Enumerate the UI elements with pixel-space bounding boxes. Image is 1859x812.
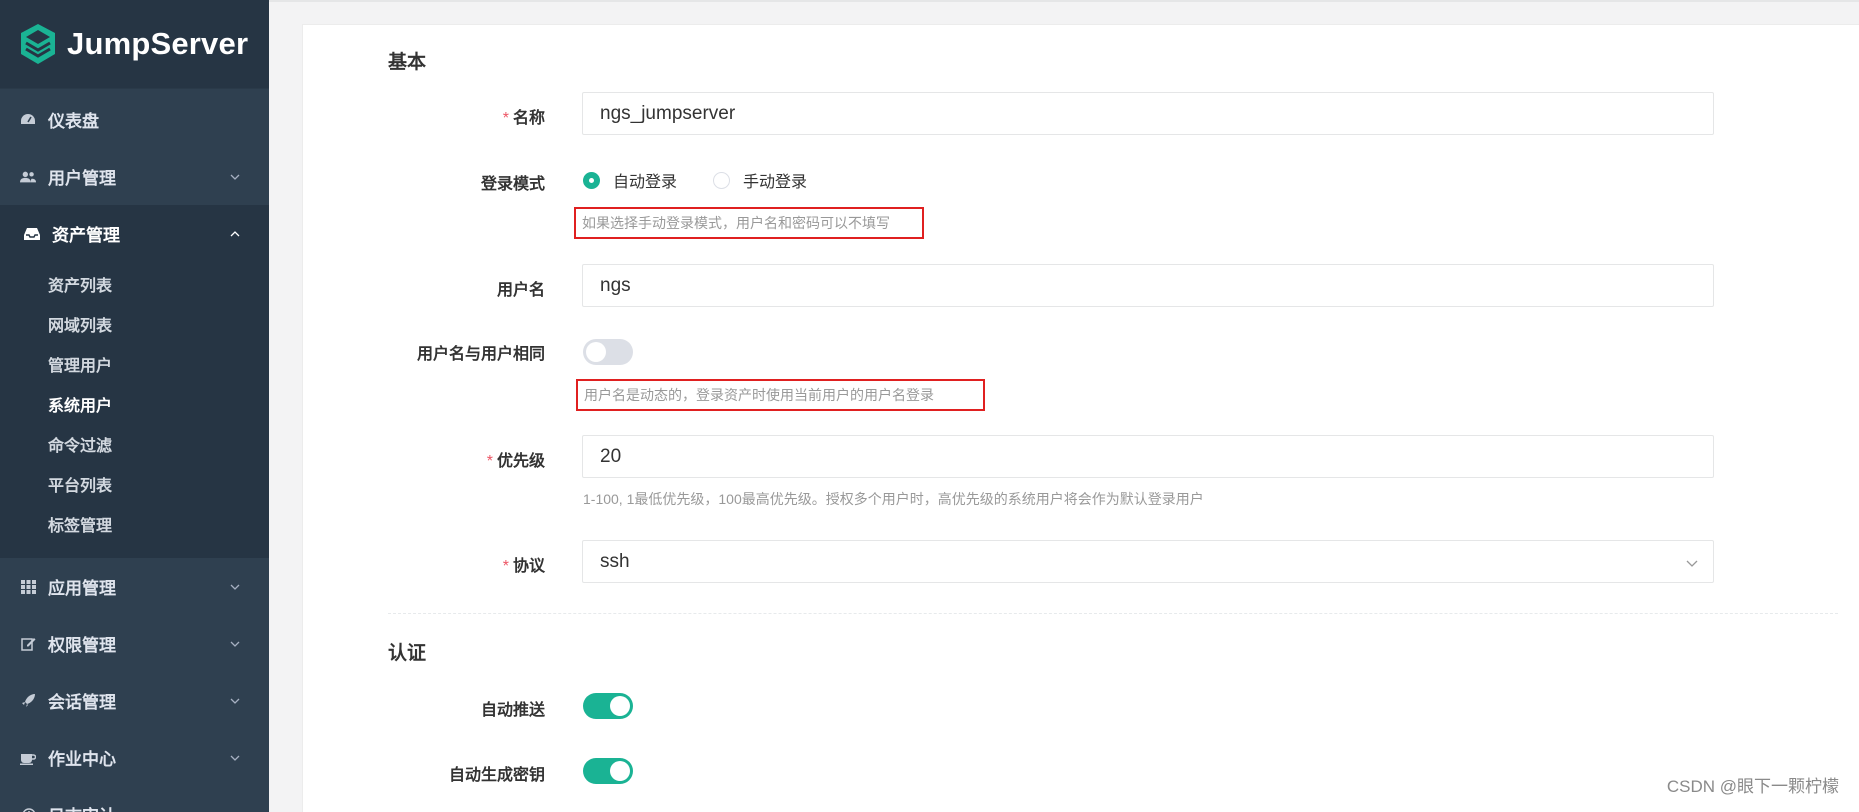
- username-input-value: ngs: [600, 274, 631, 296]
- radio-unchecked-icon: [713, 171, 731, 189]
- chevron-down-icon: [228, 808, 242, 812]
- sidebar-item-label: 应用管理: [48, 579, 116, 598]
- section-title-auth: 认证: [388, 643, 427, 664]
- priority-input[interactable]: 20: [582, 435, 1714, 478]
- sidebar-item-dashboard[interactable]: 仪表盘: [0, 91, 269, 148]
- watermark: CSDN @眼下一颗柠檬: [1666, 777, 1839, 796]
- chevron-down-icon: [230, 584, 240, 590]
- username-input[interactable]: ngs: [582, 264, 1714, 307]
- sidebar-item-label: 用户管理: [48, 169, 116, 188]
- priority-help: 1-100, 1最低优先级，100最高优先级。授权多个用户时，高优先级的系统用户…: [583, 491, 1204, 507]
- sidebar-item-permissions[interactable]: 权限管理: [0, 615, 269, 672]
- radio-label: 手动登录: [743, 174, 808, 191]
- section-title-basic: 基本: [388, 52, 427, 73]
- chevron-down-icon: [230, 698, 240, 704]
- name-input-value: ngs_jumpserver: [600, 102, 736, 124]
- required-mark: *: [486, 453, 493, 470]
- radio-checked-icon: [583, 171, 600, 189]
- sidebar-subitem-admin-user[interactable]: 管理用户: [0, 344, 269, 384]
- sidebar-item-label: 仪表盘: [48, 112, 99, 131]
- edit-icon: [20, 636, 36, 652]
- protocol-label: * 协议: [502, 558, 545, 575]
- sidebar-subitem-system-user[interactable]: 系统用户: [0, 384, 269, 424]
- username-same-switch[interactable]: [583, 339, 633, 365]
- sidebar-item-audit[interactable]: 日志审计: [0, 786, 269, 812]
- priority-label: * 优先级: [486, 453, 545, 470]
- inbox-icon: [24, 226, 40, 242]
- users-icon: [20, 169, 36, 185]
- required-mark: *: [502, 558, 509, 575]
- form-panel: [302, 24, 1859, 812]
- sidebar-item-label: 日志审计: [48, 802, 116, 812]
- protocol-select[interactable]: ssh: [582, 540, 1714, 583]
- radio-auto-login[interactable]: 自动登录: [583, 168, 677, 192]
- login-mode-hint: 如果选择手动登录模式，用户名和密码可以不填写: [574, 207, 924, 239]
- radio-label: 自动登录: [613, 174, 678, 191]
- brand-name: JumpServer: [67, 26, 249, 61]
- sidebar-item-label: 权限管理: [48, 636, 116, 655]
- sidebar-item-label: 资产管理: [52, 226, 120, 245]
- grid-icon: [20, 579, 36, 595]
- auto-generate-key-switch[interactable]: [583, 758, 633, 784]
- sidebar-subitem-asset-list[interactable]: 资产列表: [0, 264, 269, 304]
- name-label: * 名称: [502, 110, 545, 127]
- sidebar-subitem-label-manage[interactable]: 标签管理: [0, 504, 269, 544]
- rocket-icon: [20, 693, 36, 709]
- sidebar-subitem-domain-list[interactable]: 网域列表: [0, 304, 269, 344]
- priority-input-value: 20: [600, 445, 622, 467]
- name-input[interactable]: ngs_jumpserver: [582, 92, 1714, 135]
- login-mode-label: 登录模式: [480, 176, 545, 193]
- top-divider: [269, 0, 1859, 2]
- section-divider: [388, 613, 1838, 614]
- sidebar: JumpServer 仪表盘 用户管理 资产管理 资产列表 网域列表 管理用户 …: [0, 0, 269, 812]
- sidebar-item-sessions[interactable]: 会话管理: [0, 672, 269, 729]
- sidebar-subitem-platform-list[interactable]: 平台列表: [0, 464, 269, 504]
- sidebar-item-label: 作业中心: [48, 750, 116, 769]
- auto-generate-key-label: 自动生成密钥: [448, 767, 545, 784]
- sidebar-subitem-command-filter[interactable]: 命令过滤: [0, 424, 269, 464]
- chevron-down-icon: [230, 755, 240, 761]
- username-same-hint: 用户名是动态的，登录资产时使用当前用户的用户名登录: [576, 379, 985, 411]
- coffee-icon: [20, 750, 36, 766]
- assets-submenu: 资产列表 网域列表 管理用户 系统用户 命令过滤 平台列表 标签管理: [0, 262, 269, 558]
- chevron-up-icon: [230, 230, 240, 236]
- protocol-select-value: ssh: [600, 550, 630, 572]
- sidebar-item-label: 会话管理: [48, 693, 116, 712]
- jumpserver-logo-icon: [21, 24, 55, 64]
- logo-area[interactable]: JumpServer: [0, 0, 269, 89]
- sidebar-item-assets[interactable]: 资产管理: [0, 205, 269, 262]
- chevron-down-icon: [230, 174, 240, 180]
- username-label: 用户名: [496, 282, 545, 299]
- history-icon: [20, 807, 36, 812]
- sidebar-item-jobs[interactable]: 作业中心: [0, 729, 269, 786]
- dashboard-icon: [20, 112, 36, 128]
- username-same-label: 用户名与用户相同: [416, 346, 545, 363]
- sidebar-item-users[interactable]: 用户管理: [0, 148, 269, 205]
- sidebar-item-applications[interactable]: 应用管理: [0, 558, 269, 615]
- login-mode-radio-group: 自动登录 手动登录: [583, 168, 843, 192]
- chevron-down-icon: [230, 641, 240, 647]
- chevron-down-icon: [1686, 560, 1698, 567]
- required-mark: *: [502, 110, 509, 127]
- auto-push-switch[interactable]: [583, 693, 633, 719]
- radio-manual-login[interactable]: 手动登录: [713, 168, 807, 192]
- auto-push-label: 自动推送: [480, 702, 545, 719]
